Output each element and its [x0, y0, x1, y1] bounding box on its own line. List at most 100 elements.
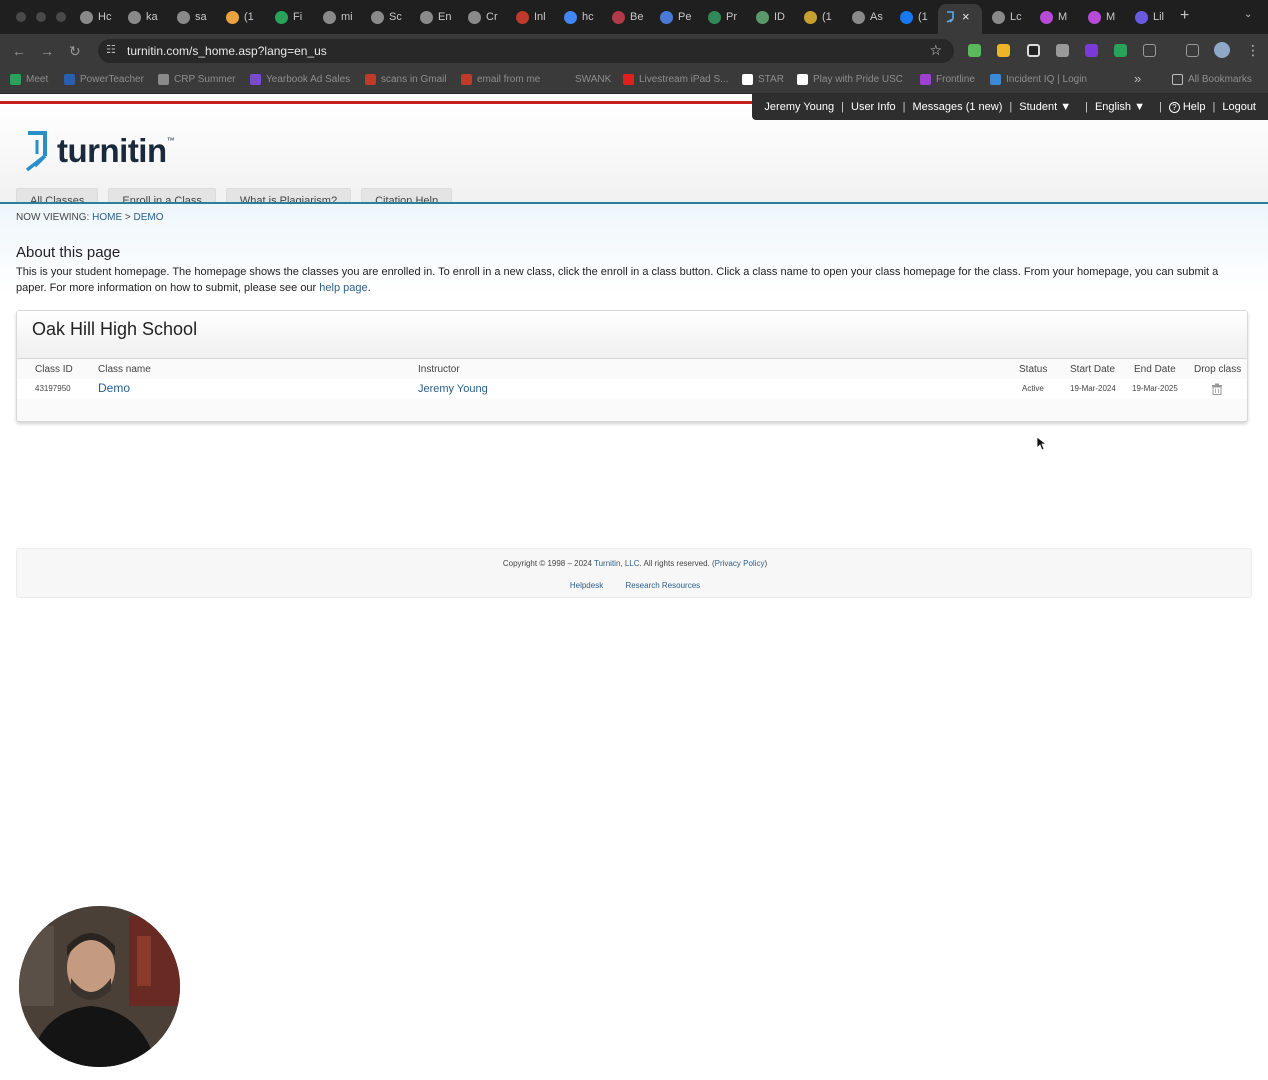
instructor-link[interactable]: Jeremy Young — [418, 383, 488, 395]
extension-green-icon[interactable] — [1114, 44, 1127, 57]
browser-tab[interactable]: M — [1088, 5, 1115, 29]
logout-link[interactable]: Logout — [1222, 101, 1256, 113]
bookmark-label: STAR — [758, 74, 784, 85]
help-page-link[interactable]: help page — [319, 282, 367, 294]
role-dropdown[interactable]: Student ▼ — [1019, 101, 1071, 113]
address-bar[interactable]: ☷ turnitin.com/s_home.asp?lang=en_us ☆ — [98, 39, 954, 63]
browser-tab[interactable]: (1 — [804, 5, 832, 29]
extension-sheets-icon[interactable] — [968, 44, 981, 57]
url-text[interactable]: turnitin.com/s_home.asp?lang=en_us — [127, 44, 327, 58]
helpdesk-link[interactable]: Helpdesk — [570, 581, 603, 590]
window-zoom-button[interactable] — [56, 12, 66, 22]
browser-tab[interactable]: (1 — [226, 5, 254, 29]
table-row: 43197950 Demo Jeremy Young Active 19-Mar… — [17, 379, 1247, 399]
browser-tab[interactable]: mi — [323, 5, 353, 29]
browser-tab[interactable]: Cr — [468, 5, 498, 29]
breadcrumb-current[interactable]: DEMO — [134, 212, 164, 223]
browser-tab[interactable]: hc — [564, 5, 594, 29]
bookmark-favicon-icon — [365, 74, 376, 85]
tab-title: mi — [341, 11, 353, 23]
bookmark-item[interactable]: STAR — [742, 74, 784, 85]
turnitin-logo[interactable]: turnitin ™ — [23, 130, 175, 174]
bookmark-item[interactable]: Meet — [10, 74, 48, 85]
bookmark-item[interactable]: Yearbook Ad Sales — [250, 74, 350, 85]
browser-tab[interactable]: As — [852, 5, 883, 29]
bookmark-favicon-icon — [461, 74, 472, 85]
research-resources-link[interactable]: Research Resources — [625, 581, 700, 590]
browser-menu-icon[interactable]: ⋮ — [1246, 42, 1260, 59]
window-close-button[interactable] — [16, 12, 26, 22]
browser-tab[interactable]: ID — [756, 5, 785, 29]
extension-gray-icon[interactable] — [1056, 44, 1069, 57]
browser-tab[interactable]: En — [420, 5, 451, 29]
active-tab[interactable] — [938, 4, 982, 34]
mouse-cursor-icon — [1037, 437, 1047, 451]
back-icon[interactable]: ← — [12, 43, 26, 59]
site-info-icon[interactable]: ☷ — [106, 43, 116, 56]
tab-title: Cr — [486, 11, 498, 23]
bookmark-item[interactable]: Play with Pride USC — [797, 74, 903, 85]
browser-tab[interactable]: Lc — [992, 5, 1022, 29]
bookmark-label: Meet — [26, 74, 49, 85]
tab-favicon-icon — [323, 10, 336, 24]
bookmark-item[interactable]: email from me — [461, 74, 540, 85]
browser-tab[interactable]: Be — [612, 5, 643, 29]
reload-icon[interactable]: ↻ — [69, 43, 81, 60]
language-dropdown[interactable]: English ▼ — [1095, 101, 1145, 113]
bookmark-favicon-icon — [797, 74, 808, 85]
browser-tab[interactable]: ka — [128, 5, 158, 29]
browser-tab[interactable]: Sc — [371, 5, 402, 29]
side-panel-icon[interactable] — [1186, 44, 1199, 57]
bookmark-item[interactable]: Frontline — [920, 74, 975, 85]
browser-tab[interactable]: Pe — [660, 5, 691, 29]
close-tab-icon[interactable]: × — [962, 9, 970, 24]
bookmark-item[interactable]: PowerTeacher — [64, 74, 144, 85]
turnitin-company-link[interactable]: Turnitin, LLC — [594, 559, 640, 568]
user-info-link[interactable]: User Info — [851, 101, 896, 113]
all-bookmarks-button[interactable]: All Bookmarks — [1172, 74, 1252, 85]
column-header-status: Status — [1019, 364, 1048, 375]
new-tab-button[interactable]: + — [1180, 7, 1189, 25]
browser-tab[interactable]: Fi — [275, 5, 302, 29]
bookmark-star-icon[interactable]: ☆ — [929, 42, 942, 59]
browser-tab[interactable]: sa — [177, 5, 207, 29]
forward-icon[interactable]: → — [40, 43, 54, 59]
tab-search-icon[interactable]: ⌄ — [1244, 9, 1252, 20]
bookmarks-overflow-icon[interactable]: » — [1134, 71, 1141, 86]
user-name-link[interactable]: Jeremy Young — [764, 101, 834, 113]
browser-tab[interactable]: Inl — [516, 5, 546, 29]
help-link[interactable]: ? Help — [1168, 101, 1205, 113]
extension-keep-icon[interactable] — [997, 44, 1010, 57]
tab-favicon-icon — [992, 10, 1005, 24]
trash-icon[interactable] — [1211, 383, 1223, 395]
help-icon: ? — [1168, 102, 1180, 113]
breadcrumb-home-link[interactable]: HOME — [92, 212, 122, 223]
messages-link[interactable]: Messages (1 new) — [913, 101, 1003, 113]
school-name: Oak Hill High School — [32, 319, 198, 339]
browser-tab[interactable]: Pr — [708, 5, 737, 29]
tab-favicon-icon — [371, 10, 384, 24]
window-minimize-button[interactable] — [36, 12, 46, 22]
browser-tab[interactable]: M — [1040, 5, 1067, 29]
browser-tab[interactable]: Lil — [1135, 5, 1164, 29]
privacy-policy-link[interactable]: Privacy Policy — [715, 559, 765, 568]
bookmark-item[interactable]: CRP Summer — [158, 74, 236, 85]
copyright-text: Copyright © 1998 – 2024 Turnitin, LLC. A… — [502, 559, 768, 568]
bookmark-favicon-icon — [623, 74, 634, 85]
tab-favicon-icon — [564, 10, 577, 24]
browser-tab[interactable]: (1 — [900, 5, 928, 29]
extensions-puzzle-icon[interactable] — [1143, 44, 1156, 57]
bookmark-item[interactable]: scans in Gmail — [365, 74, 447, 85]
bookmark-item[interactable]: Livestream iPad S... — [623, 74, 728, 85]
browser-tab[interactable]: Hc — [80, 5, 111, 29]
class-name-link[interactable]: Demo — [98, 381, 130, 395]
extension-kami-icon[interactable] — [1085, 44, 1098, 57]
extension-screencast-icon[interactable] — [1027, 44, 1040, 57]
tab-title: Hc — [98, 11, 112, 23]
tab-favicon-icon — [1088, 10, 1101, 24]
tab-favicon-icon — [1135, 10, 1148, 24]
bookmark-label: scans in Gmail — [381, 74, 447, 85]
bookmark-item[interactable]: Incident IQ | Login — [990, 74, 1087, 85]
bookmark-item[interactable]: SWANK — [575, 74, 611, 85]
profile-avatar-icon[interactable] — [1214, 42, 1230, 58]
